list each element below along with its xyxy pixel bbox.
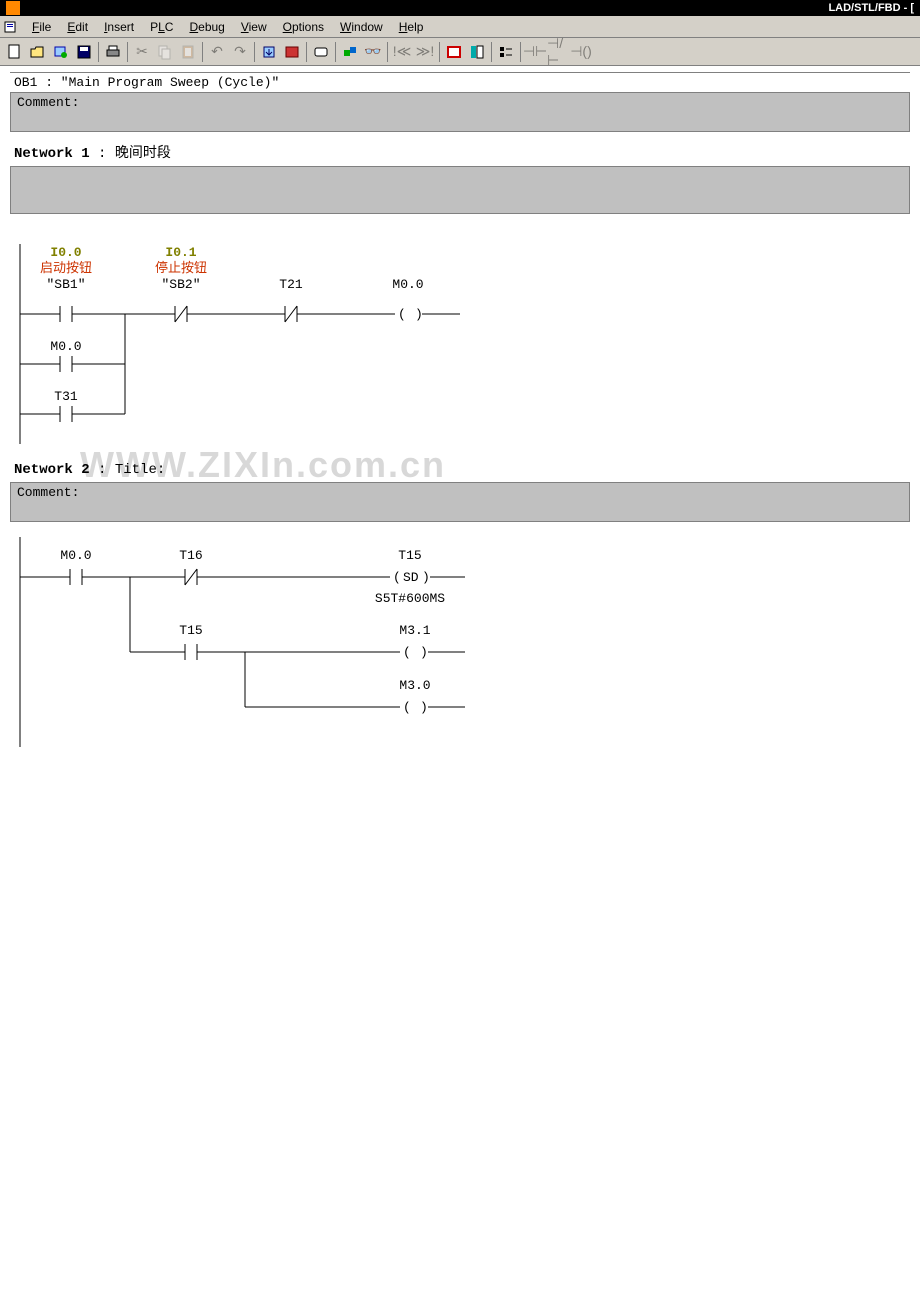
n1-coil-addr: M0.0 (392, 277, 423, 292)
svg-text:(: ( (403, 700, 411, 715)
save-button[interactable] (73, 41, 95, 63)
n1-c2-sym: "SB2" (161, 277, 200, 292)
program-elements-button[interactable] (495, 41, 517, 63)
copy-button[interactable] (154, 41, 176, 63)
n2-c2-addr: T16 (179, 548, 202, 563)
svg-text:(: ( (403, 645, 411, 660)
mdi-doc-icon (4, 20, 18, 34)
menu-plc[interactable]: PLC (142, 18, 181, 36)
catalog-button[interactable] (466, 41, 488, 63)
app-icon (6, 1, 20, 15)
toolbar-sep (306, 42, 307, 62)
network1-title: Network 1 : 晚间时段 (10, 134, 910, 166)
network2-ladder[interactable]: ( SD ) T15 S5T#600MS ( ) M3.1 ( ) M3.0 (10, 537, 910, 747)
title-bar: LAD/STL/FBD - [ (0, 0, 920, 16)
toolbar-sep (202, 42, 203, 62)
toolbar-sep (254, 42, 255, 62)
n2-c1-addr: M0.0 (60, 548, 91, 563)
network2-comment[interactable]: Comment: (10, 482, 910, 522)
n1-c1-addr: I0.0 (50, 245, 81, 260)
comment-label: Comment: (17, 95, 79, 110)
upload-button[interactable] (281, 41, 303, 63)
app-title: LAD/STL/FBD - [ (828, 2, 914, 14)
download-button[interactable] (258, 41, 280, 63)
n2-coil1-addr: M3.1 (399, 623, 430, 638)
n1-c2-addr: I0.1 (165, 245, 196, 260)
menu-insert[interactable]: Insert (96, 18, 142, 36)
toolbar-sep (127, 42, 128, 62)
no-contact-button[interactable]: ⊣⊢ (524, 41, 546, 63)
monitor-button[interactable] (310, 41, 332, 63)
n1-branch2-addr: T31 (54, 389, 78, 404)
open-online-button[interactable] (50, 41, 72, 63)
n1-c2-desc: 停止按钮 (155, 260, 207, 275)
menu-edit[interactable]: Edit (59, 18, 96, 36)
n1-c3-addr: T21 (279, 277, 303, 292)
menu-help[interactable]: Help (391, 18, 432, 36)
comment-label: Comment: (17, 485, 79, 500)
n2-coil2-addr: M3.0 (399, 678, 430, 693)
network1-title-text[interactable]: 晚间时段 (115, 146, 171, 162)
toolbar-sep (98, 42, 99, 62)
symbol-button[interactable] (339, 41, 361, 63)
network2-prefix: Network 2 (14, 462, 90, 478)
open-button[interactable] (27, 41, 49, 63)
toolbar-sep (520, 42, 521, 62)
block-header: OB1 : "Main Program Sweep (Cycle)" (10, 72, 910, 92)
menu-window[interactable]: Window (332, 18, 391, 36)
svg-text:): ) (420, 700, 428, 715)
svg-text:): ) (422, 570, 430, 585)
toolbar-sep (387, 42, 388, 62)
toolbar-sep (335, 42, 336, 62)
n2-c3-addr: T15 (179, 623, 202, 638)
svg-text:(: ( (393, 570, 401, 585)
menu-debug[interactable]: Debug (181, 18, 232, 36)
n1-c1-sym: "SB1" (46, 277, 85, 292)
network2-title-text[interactable]: Title: (115, 462, 165, 478)
cut-button[interactable]: ✂ (131, 41, 153, 63)
nc-contact-button[interactable]: ⊣/⊢ (547, 41, 569, 63)
n2-timer-type: SD (403, 570, 419, 585)
undo-button[interactable]: ↶ (206, 41, 228, 63)
toolbar-sep (491, 42, 492, 62)
redo-button[interactable]: ↷ (229, 41, 251, 63)
overview-button[interactable] (443, 41, 465, 63)
coil-button[interactable]: ⊣() (570, 41, 592, 63)
coil-open: ( (398, 307, 406, 322)
menu-bar: File Edit Insert PLC Debug View Options … (0, 16, 920, 38)
network1-comment[interactable] (10, 166, 910, 214)
network1-prefix: Network 1 (14, 146, 90, 162)
network1-ladder[interactable]: ( ) I0.0 启动按钮 "SB1" I0.1 停止按钮 "SB2" T21 … (10, 234, 910, 454)
network2-title: Network 2 : Title: (10, 454, 910, 482)
next-button[interactable]: ≫! (414, 41, 436, 63)
new-button[interactable] (4, 41, 26, 63)
prev-button[interactable]: !≪ (391, 41, 413, 63)
n2-timer-preset: S5T#600MS (375, 591, 445, 606)
toolbar-sep (439, 42, 440, 62)
svg-text:): ) (420, 645, 428, 660)
editor-content: OB1 : "Main Program Sweep (Cycle)" Comme… (0, 66, 920, 767)
n1-branch1-addr: M0.0 (50, 339, 81, 354)
menu-options[interactable]: Options (275, 18, 332, 36)
print-button[interactable] (102, 41, 124, 63)
block-comment[interactable]: Comment: (10, 92, 910, 132)
n1-c1-desc: 启动按钮 (40, 260, 92, 275)
menu-view[interactable]: View (233, 18, 275, 36)
menu-file[interactable]: File (24, 18, 59, 36)
paste-button[interactable] (177, 41, 199, 63)
n2-timer-addr: T15 (398, 548, 421, 563)
toolbar: ✂ ↶ ↷ 👓 !≪ ≫! ⊣⊢ ⊣/⊢ ⊣() (0, 38, 920, 66)
coil-close: ) (415, 307, 423, 322)
glasses-button[interactable]: 👓 (362, 41, 384, 63)
